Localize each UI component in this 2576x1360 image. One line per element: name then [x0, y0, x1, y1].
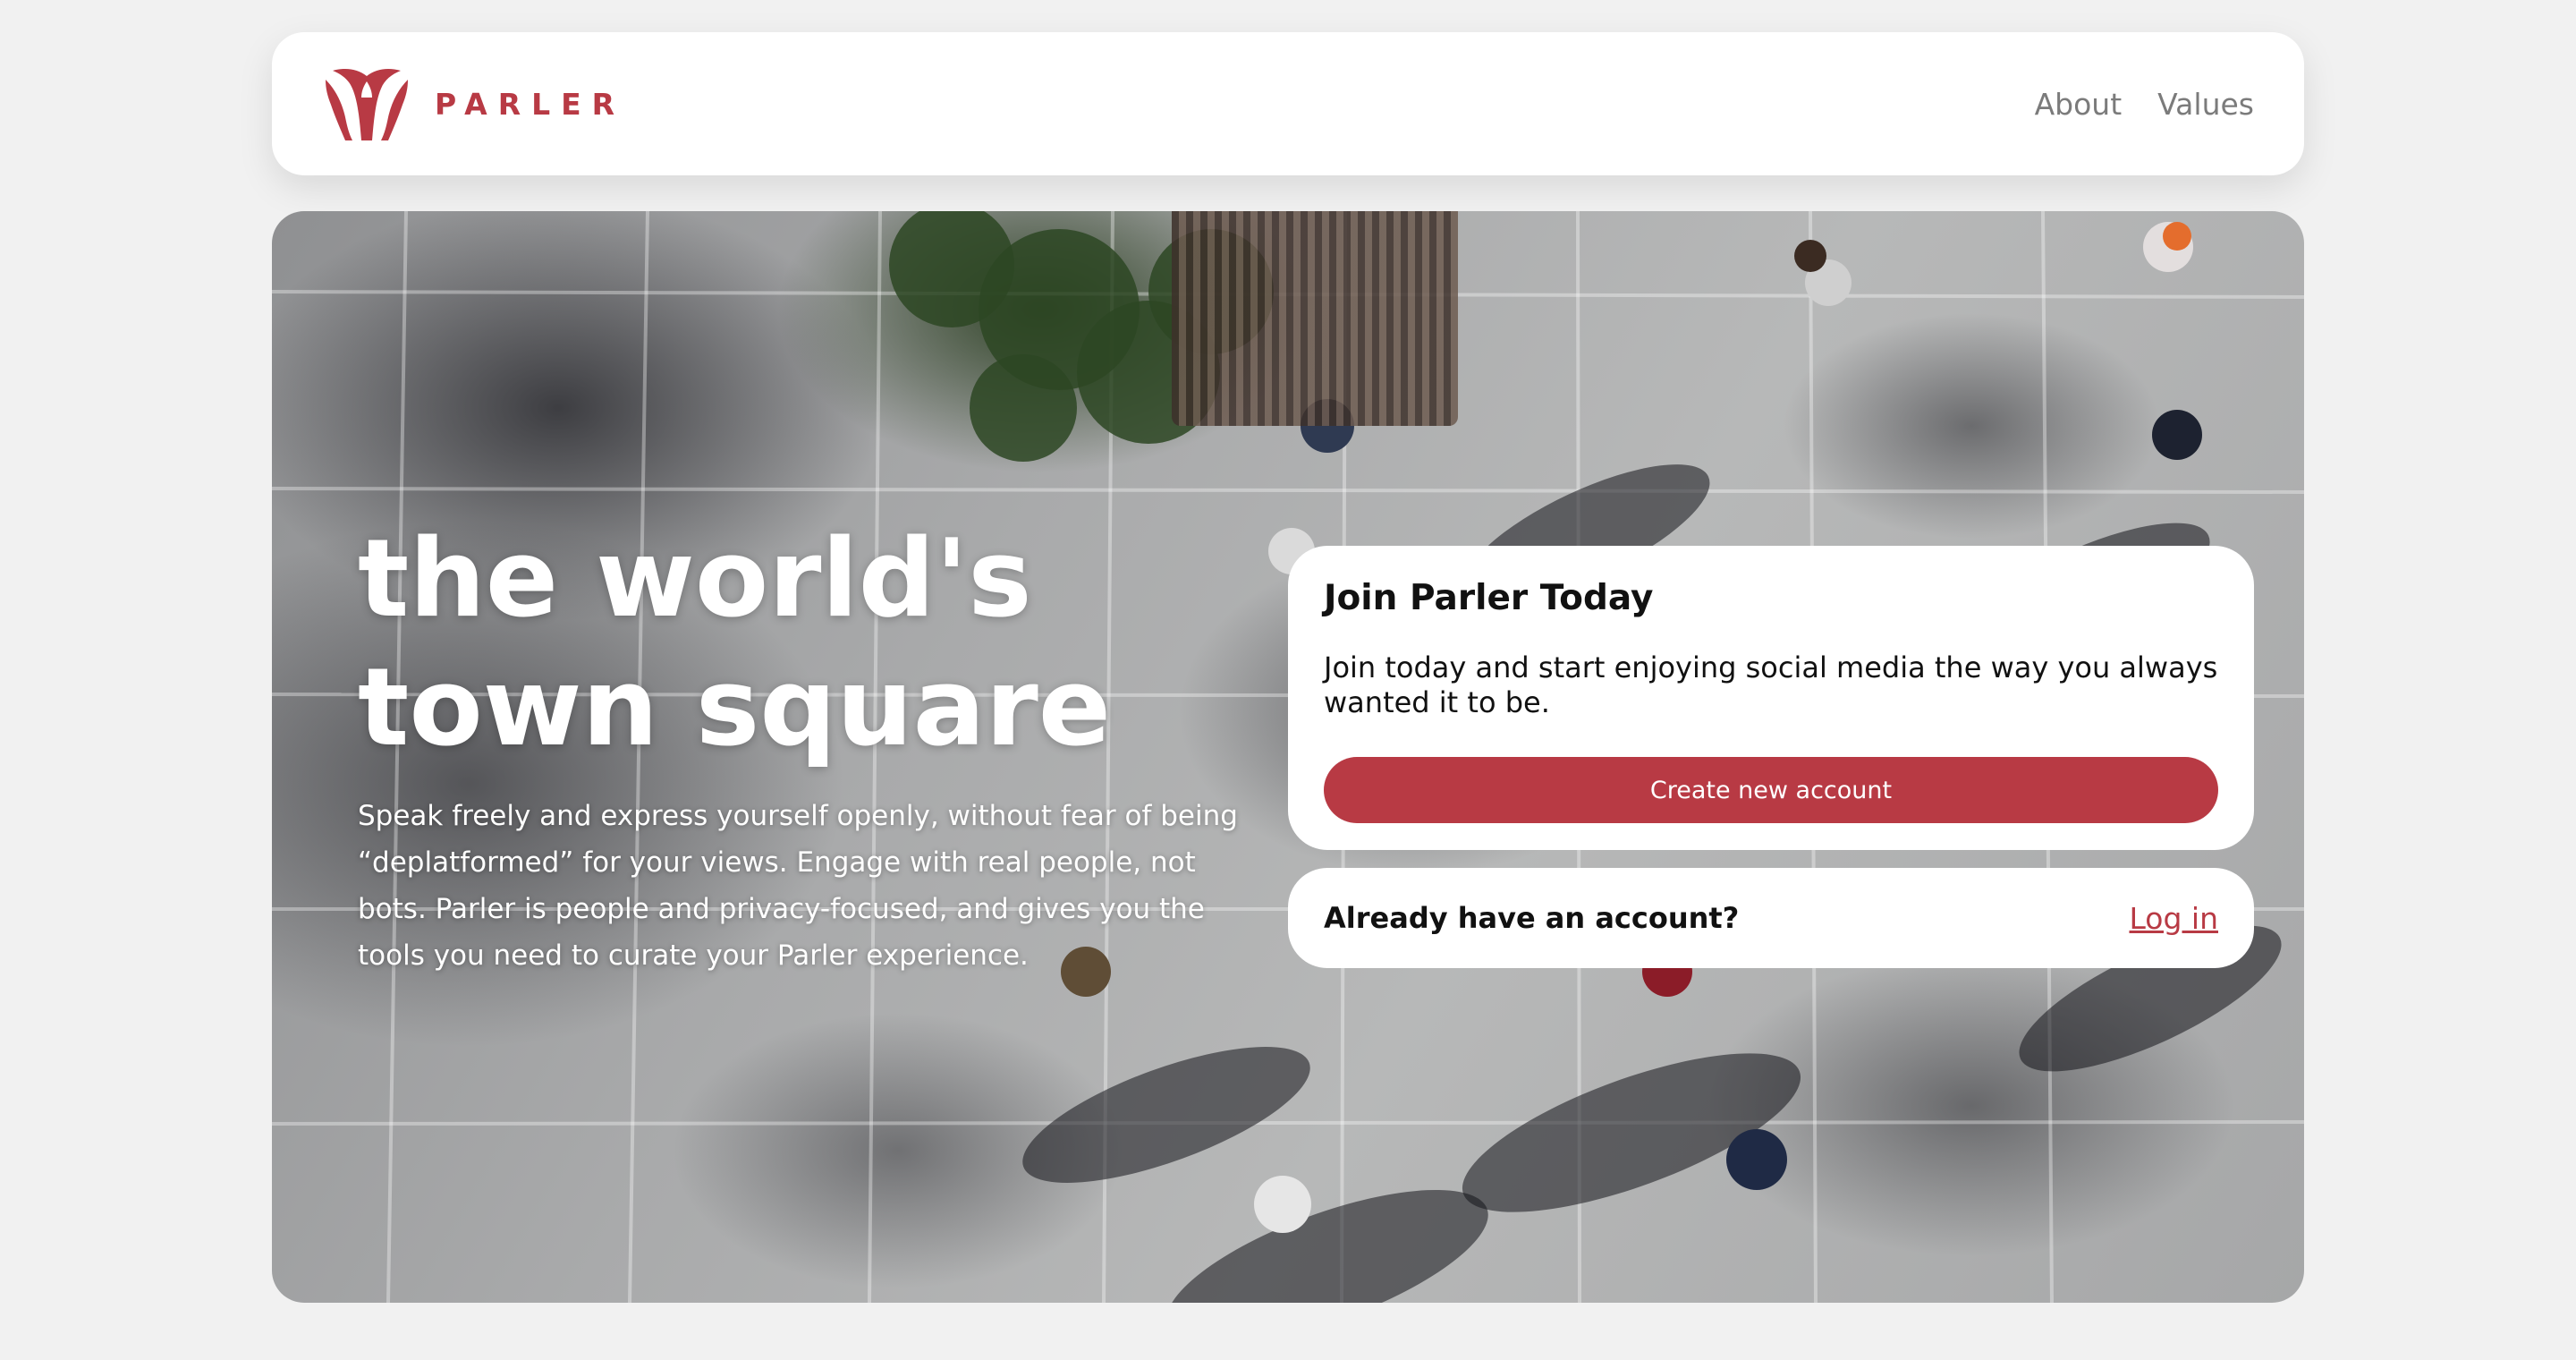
create-account-button[interactable]: Create new account — [1324, 757, 2218, 823]
join-card-title: Join Parler Today — [1324, 578, 1654, 618]
nav-about-link[interactable]: About — [2035, 87, 2123, 122]
hero-headline-line-2: town square — [358, 646, 1112, 770]
hero-headline: the world's town square — [358, 515, 1163, 773]
site-header: PARLER About Values — [272, 32, 2304, 175]
page: PARLER About Values the world's town squ… — [0, 0, 2576, 1360]
main-nav: About Values — [2035, 87, 2254, 122]
login-card: Already have an account? Log in — [1288, 868, 2254, 968]
hero-section: the world's town square Speak freely and… — [272, 211, 2304, 1303]
login-prompt: Already have an account? — [1324, 901, 1740, 935]
join-card-description: Join today and start enjoying social med… — [1324, 650, 2218, 719]
hero-headline-line-1: the world's — [358, 517, 1032, 642]
tree-grate — [1172, 211, 1458, 426]
brand-home-link[interactable]: PARLER — [322, 65, 625, 142]
nav-values-link[interactable]: Values — [2157, 87, 2254, 122]
parler-logo-icon — [326, 69, 408, 140]
hero-description: Speak freely and express yourself openly… — [358, 800, 1238, 972]
join-card: Join Parler Today Join today and start e… — [1288, 546, 2254, 850]
login-link[interactable]: Log in — [2129, 901, 2218, 936]
brand-wordmark: PARLER — [435, 86, 626, 122]
